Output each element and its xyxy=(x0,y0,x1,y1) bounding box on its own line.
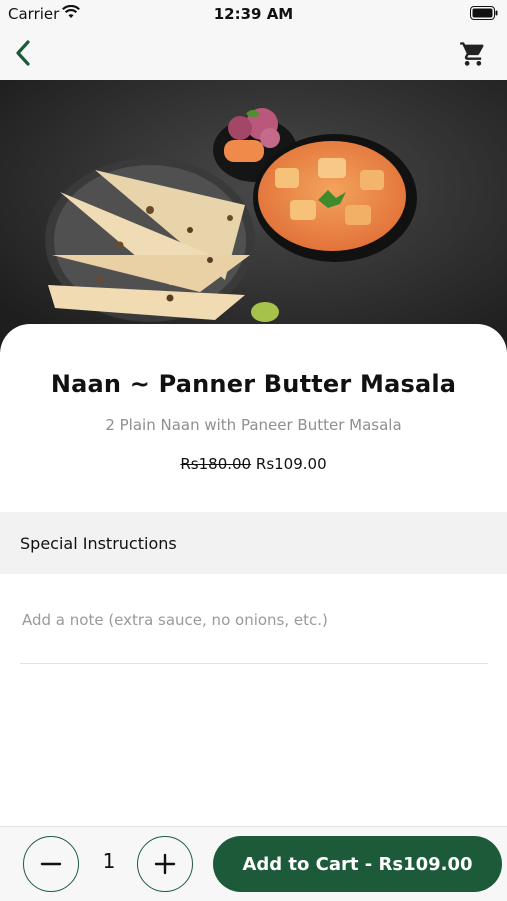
quantity-value: 1 xyxy=(102,849,116,873)
item-title: Naan ~ Panner Butter Masala xyxy=(50,370,457,398)
current-price: Rs109.00 xyxy=(255,455,327,473)
nav-bar xyxy=(0,28,507,80)
note-underline xyxy=(20,663,488,664)
item-description: 2 Plain Naan with Paneer Butter Masala xyxy=(105,416,402,434)
original-price: Rs180.00 xyxy=(180,455,252,473)
special-instructions-label: Special Instructions xyxy=(20,534,177,553)
item-details-card: Naan ~ Panner Butter Masala 2 Plain Naan… xyxy=(0,324,507,834)
cart-button[interactable] xyxy=(457,38,489,70)
status-bar: Carrier 12:39 AM xyxy=(0,0,507,28)
minus-icon xyxy=(40,862,62,866)
back-button[interactable] xyxy=(6,36,40,70)
add-to-cart-button[interactable]: Add to Cart - Rs109.00 xyxy=(213,836,502,892)
bottom-action-bar: 1 Add to Cart - Rs109.00 xyxy=(0,826,507,901)
price-row: Rs180.00 Rs109.00 xyxy=(0,455,507,473)
battery-icon xyxy=(470,6,498,20)
status-time: 12:39 AM xyxy=(213,5,294,23)
chevron-left-icon xyxy=(16,40,30,66)
special-instructions-header: Special Instructions xyxy=(0,512,507,574)
decrease-quantity-button[interactable] xyxy=(23,836,79,892)
note-input[interactable] xyxy=(22,602,488,638)
plus-icon xyxy=(154,853,176,875)
increase-quantity-button[interactable] xyxy=(137,836,193,892)
shopping-cart-icon xyxy=(460,42,484,66)
food-image xyxy=(0,80,507,352)
